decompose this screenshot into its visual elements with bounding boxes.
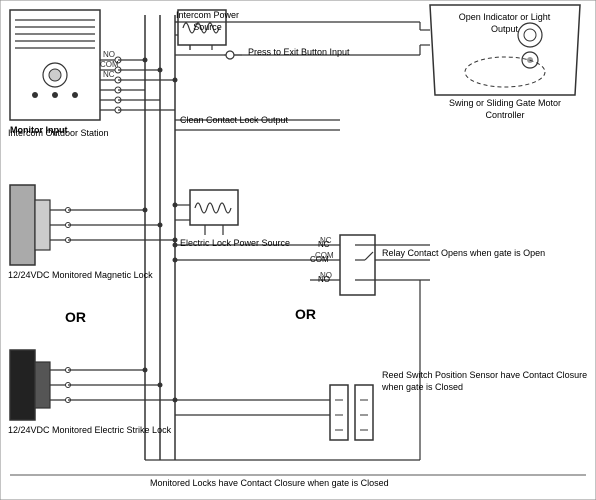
- svg-text:NO: NO: [103, 50, 115, 59]
- intercom-outdoor-label: Intercom Outdoor Station: [8, 128, 109, 140]
- svg-text:COM: COM: [100, 60, 119, 69]
- no-relay-label: NO: [318, 275, 330, 285]
- clean-contact-label: Clean Contact Lock Output: [180, 115, 288, 127]
- electric-lock-power-label: Electric Lock Power Source: [180, 238, 290, 250]
- reed-switch-label: Reed Switch Position Sensor have Contact…: [382, 370, 596, 393]
- or-label-top: OR: [65, 308, 86, 326]
- relay-contact-label: Relay Contact Opens when gate is Open: [382, 248, 545, 260]
- wiring-diagram: NO COM NC: [0, 0, 596, 500]
- open-indicator-label: Open Indicator or Light Output: [447, 12, 562, 35]
- swing-gate-label: Swing or Sliding Gate Motor Controller: [435, 98, 575, 121]
- press-to-exit-label: Press to Exit Button Input: [248, 47, 350, 59]
- electric-strike-label: 12/24VDC Monitored Electric Strike Lock: [8, 425, 171, 437]
- com-relay-label: COM: [310, 255, 329, 265]
- or-label-bottom: OR: [295, 305, 316, 323]
- nc-relay-label: NC: [318, 240, 330, 250]
- monitored-locks-label: Monitored Locks have Contact Closure whe…: [150, 478, 389, 490]
- svg-text:NC: NC: [103, 70, 115, 79]
- magnetic-lock-label: 12/24VDC Monitored Magnetic Lock: [8, 270, 153, 282]
- intercom-power-label: Intercom Power Source: [175, 10, 240, 33]
